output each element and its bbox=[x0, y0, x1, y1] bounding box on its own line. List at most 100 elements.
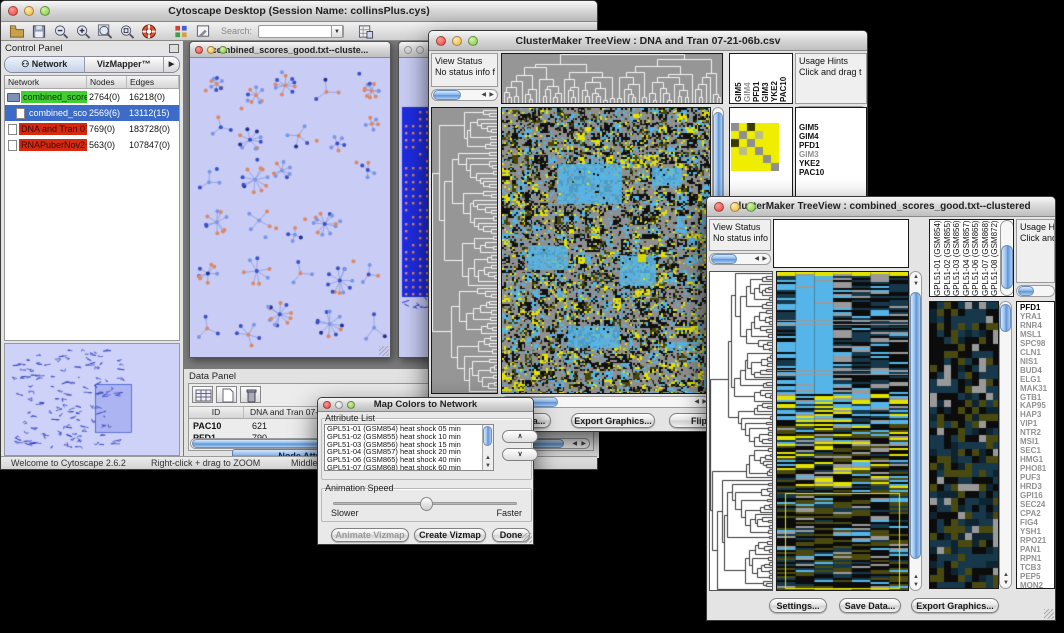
minimize-button[interactable] bbox=[730, 202, 740, 212]
animate-vizmap-button[interactable]: Animate Vizmap bbox=[331, 528, 409, 542]
net1-title: combined_scores_good.txt--cluste... bbox=[212, 45, 369, 55]
main-title-bar[interactable]: Cytoscape Desktop (Session Name: collins… bbox=[1, 1, 597, 22]
tvb-heatmap-vscrollbar[interactable]: ▲▼ ▲▼ bbox=[909, 271, 922, 591]
network-graph-1-canvas[interactable] bbox=[190, 58, 390, 357]
network-row[interactable]: combined_sco2569(6)13112(15) bbox=[5, 105, 179, 121]
tva-title-bar[interactable]: ClusterMaker TreeView : DNA and Tran 07-… bbox=[429, 31, 867, 51]
minimize-button[interactable] bbox=[452, 36, 462, 46]
zoom-fit-icon[interactable] bbox=[97, 24, 113, 39]
zoom-button[interactable] bbox=[219, 46, 227, 54]
tvb-column-label: GPL51-07 (GSM868) bbox=[981, 220, 990, 296]
resize-grip[interactable] bbox=[522, 533, 532, 543]
attribute-select-icon[interactable] bbox=[192, 386, 213, 403]
network-row[interactable]: RNAPuberNov2+!563(0)107847(0) bbox=[5, 137, 179, 153]
tva-heatmap[interactable] bbox=[501, 107, 711, 394]
network-overview-panel[interactable] bbox=[4, 343, 180, 456]
dialog-title-bar[interactable]: Map Colors to Network bbox=[318, 398, 533, 412]
settings-button[interactable]: Settings... bbox=[769, 598, 827, 613]
tva-row-label: PAC10 bbox=[799, 168, 866, 177]
minimize-button[interactable] bbox=[416, 46, 424, 54]
tab-network[interactable]: ⚇ Network bbox=[5, 57, 85, 72]
tvb-column-label: GPL51-08 (GSM872) bbox=[990, 220, 999, 296]
zoom-button[interactable] bbox=[746, 202, 756, 212]
network-name: DNA and Tran 07 bbox=[19, 123, 87, 135]
attribute-list[interactable]: GPL51-01 (GSM854) heat shock 05 minGPL51… bbox=[324, 424, 494, 471]
tvb-title-bar[interactable]: ClusterMaker TreeView : combined_scores_… bbox=[707, 197, 1055, 217]
main-window-title: Cytoscape Desktop (Session Name: collins… bbox=[168, 5, 429, 17]
folder-icon bbox=[7, 93, 20, 102]
document-icon bbox=[8, 140, 17, 151]
tva-title: ClusterMaker TreeView : DNA and Tran 07-… bbox=[516, 35, 781, 47]
document-icon bbox=[16, 108, 25, 119]
zoom-selected-icon[interactable] bbox=[119, 24, 135, 39]
network-row[interactable]: combined_scores2764(0)16218(0) bbox=[5, 89, 179, 105]
tva-column-label: GIM3 bbox=[761, 82, 770, 102]
attribute-list-scrollbar[interactable]: ▲▼ bbox=[482, 425, 493, 470]
create-vizmap-button[interactable]: Create Vizmap bbox=[414, 528, 486, 542]
move-up-button[interactable]: ∧ bbox=[502, 430, 538, 443]
tva-column-label: PFD1 bbox=[752, 82, 761, 102]
close-button[interactable] bbox=[323, 401, 331, 409]
close-button[interactable] bbox=[436, 36, 446, 46]
delete-attribute-icon[interactable] bbox=[240, 386, 261, 403]
move-down-button[interactable]: ∨ bbox=[502, 448, 538, 461]
tva-column-label: PAC10 bbox=[779, 77, 788, 102]
tva-view-status: View StatusNo status info f bbox=[431, 53, 498, 87]
tvb-column-label: GPL51-06 (GSM865) bbox=[971, 220, 980, 296]
tab-overflow-arrow[interactable]: ▶ bbox=[163, 57, 179, 72]
tvb-zoom-heatmap[interactable] bbox=[929, 301, 999, 589]
tva-row-label: GIM5 bbox=[799, 123, 866, 132]
close-button[interactable] bbox=[404, 46, 412, 54]
speed-slider-thumb[interactable] bbox=[420, 497, 433, 511]
zoom-button[interactable] bbox=[347, 401, 355, 409]
tva-status-scrollbar[interactable]: ◀▶ bbox=[431, 89, 498, 101]
export-graphics-button[interactable]: Export Graphics... bbox=[911, 598, 999, 613]
zoom-out-icon[interactable] bbox=[53, 24, 69, 39]
tvb-column-label: GPL51-02 (GSM855) bbox=[943, 220, 952, 296]
close-button[interactable] bbox=[8, 6, 18, 16]
network-table-header[interactable]: Network Nodes Edges bbox=[5, 76, 179, 89]
tvb-status-scrollbar[interactable]: ◀▶ bbox=[709, 253, 771, 265]
tvb-zoom-vscrollbar[interactable]: ▲▼ bbox=[999, 301, 1012, 589]
tab-vizmapper[interactable]: VizMapper™ bbox=[85, 57, 164, 72]
network-row[interactable]: DNA and Tran 07769(0)183728(0) bbox=[5, 121, 179, 137]
zoom-in-icon[interactable] bbox=[75, 24, 91, 39]
close-button[interactable] bbox=[195, 46, 203, 54]
export-graphics-button[interactable]: Export Graphics... bbox=[571, 413, 655, 428]
tva-zoom-matrix[interactable] bbox=[731, 123, 779, 171]
status-hint-zoom: Right-click + drag to ZOOM bbox=[151, 458, 260, 468]
treeview-window-combined: ClusterMaker TreeView : combined_scores_… bbox=[706, 196, 1056, 621]
resize-grip[interactable] bbox=[1044, 609, 1054, 619]
tvb-usage-scrollbar[interactable] bbox=[1016, 285, 1055, 297]
open-file-icon[interactable] bbox=[9, 24, 25, 39]
new-attribute-icon[interactable] bbox=[216, 386, 237, 403]
resize-grip[interactable] bbox=[379, 346, 389, 356]
tvb-heatmap[interactable] bbox=[776, 271, 909, 591]
tvb-row-dendrogram[interactable] bbox=[709, 271, 773, 591]
tvb-column-tree-area bbox=[773, 219, 909, 268]
tva-row-label: GIM3 bbox=[799, 150, 866, 159]
tva-column-dendrogram[interactable] bbox=[501, 53, 723, 104]
tva-row-label: GIM4 bbox=[799, 132, 866, 141]
vizmapper-icon[interactable] bbox=[173, 24, 189, 39]
tva-row-dendrogram[interactable] bbox=[431, 107, 498, 394]
control-panel-title: Control Panel bbox=[1, 41, 183, 56]
net1-title-bar[interactable]: combined_scores_good.txt--cluste... bbox=[190, 42, 390, 58]
attribute-item[interactable]: GPL51-07 (GSM868) heat shock 60 min bbox=[325, 464, 493, 471]
speed-slider-track[interactable] bbox=[333, 502, 517, 505]
close-button[interactable] bbox=[714, 202, 724, 212]
save-icon[interactable] bbox=[31, 24, 47, 39]
save-data-button[interactable]: Save Data... bbox=[839, 598, 901, 613]
help-lifering-icon[interactable] bbox=[141, 24, 157, 39]
search-input[interactable]: ▼ bbox=[258, 25, 344, 38]
table-import-icon[interactable] bbox=[358, 24, 374, 39]
minimize-button[interactable] bbox=[24, 6, 34, 16]
zoom-button[interactable] bbox=[468, 36, 478, 46]
zoom-button[interactable] bbox=[40, 6, 50, 16]
search-dropdown-arrow[interactable]: ▼ bbox=[331, 25, 343, 38]
tvb-collabel-scrollbar[interactable] bbox=[1000, 220, 1014, 296]
annotation-icon[interactable] bbox=[195, 24, 211, 39]
float-panel-icon[interactable] bbox=[169, 44, 179, 53]
minimize-button[interactable] bbox=[335, 401, 343, 409]
minimize-button[interactable] bbox=[207, 46, 215, 54]
